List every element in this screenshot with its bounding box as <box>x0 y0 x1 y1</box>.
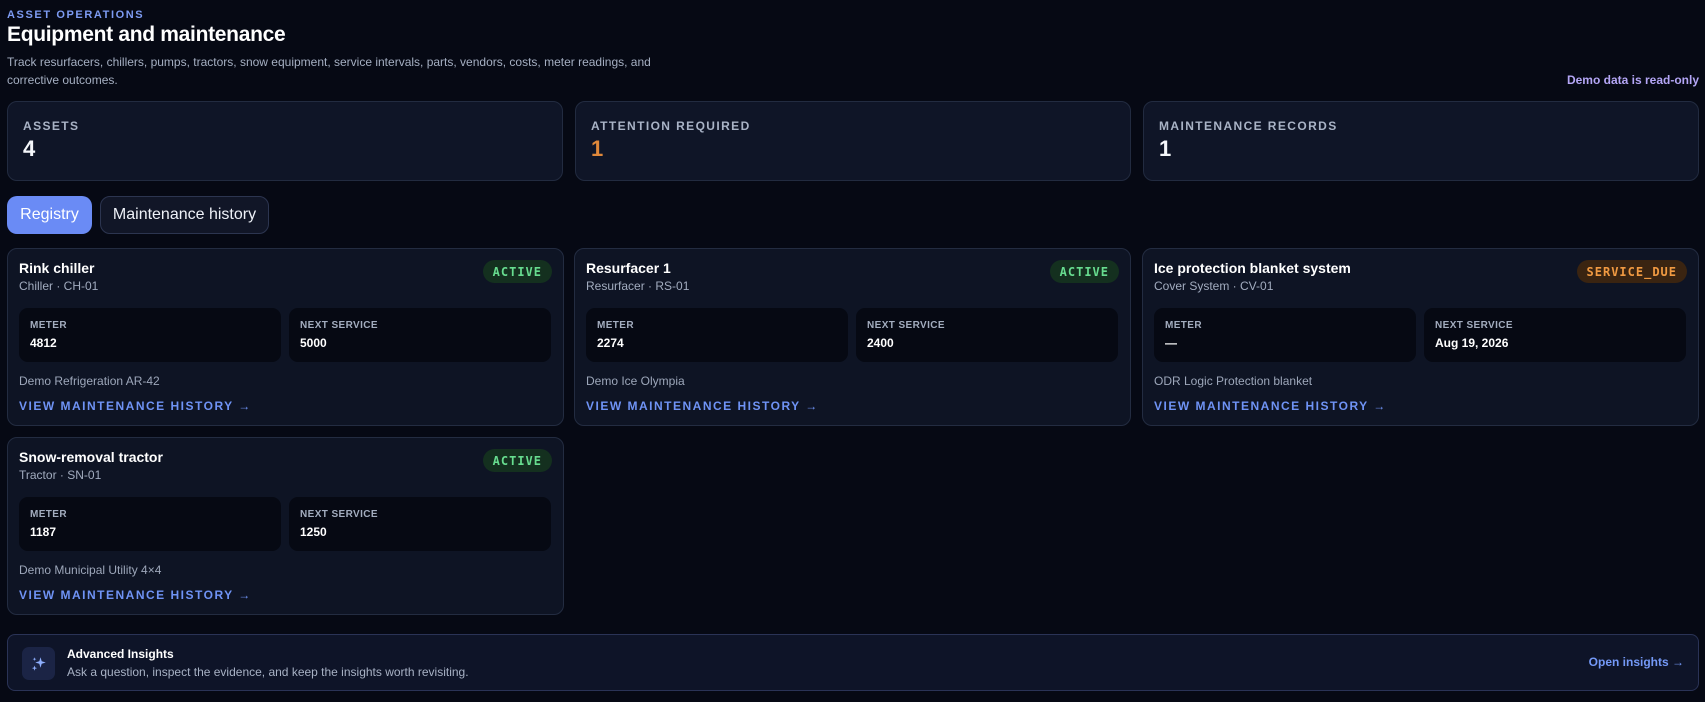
stat-assets: ASSETS 4 <box>7 101 563 181</box>
meter-box: METER 2274 <box>586 308 848 362</box>
stat-label: ASSETS <box>23 119 80 133</box>
tab-maintenance-history[interactable]: Maintenance history <box>100 196 269 234</box>
status-badge: ACTIVE <box>482 449 552 472</box>
tab-registry[interactable]: Registry <box>7 196 92 234</box>
asset-subtitle: Chiller · CH-01 <box>19 279 99 293</box>
meter-label: METER <box>1165 320 1202 331</box>
view-maintenance-history-link[interactable]: VIEW MAINTENANCE HISTORY → <box>586 399 819 413</box>
asset-subtitle: Resurfacer · RS-01 <box>586 279 690 293</box>
stat-value: 1 <box>1159 136 1172 161</box>
next-service-box: NEXT SERVICE 1250 <box>289 497 551 551</box>
sparkles-icon <box>22 647 55 680</box>
asset-name: Rink chiller <box>19 260 95 276</box>
next-service-label: NEXT SERVICE <box>300 320 378 331</box>
asset-card-ice-protection-blanket: Ice protection blanket system Cover Syst… <box>1142 248 1699 426</box>
page-title: Equipment and maintenance <box>7 23 286 46</box>
asset-subtitle: Tractor · SN-01 <box>19 468 102 482</box>
stat-value: 1 <box>591 136 604 161</box>
next-service-label: NEXT SERVICE <box>867 320 945 331</box>
advanced-insights-banner: Advanced Insights Ask a question, inspec… <box>7 634 1699 691</box>
status-badge: ACTIVE <box>482 260 552 283</box>
next-service-value: Aug 19, 2026 <box>1435 336 1509 350</box>
meter-value: — <box>1165 336 1177 350</box>
insights-title: Advanced Insights <box>67 647 174 661</box>
next-service-box: NEXT SERVICE 2400 <box>856 308 1118 362</box>
meter-label: METER <box>30 320 67 331</box>
asset-card-resurfacer-1: Resurfacer 1 Resurfacer · RS-01 ACTIVE M… <box>574 248 1131 426</box>
asset-card-rink-chiller: Rink chiller Chiller · CH-01 ACTIVE METE… <box>7 248 564 426</box>
asset-card-snow-removal-tractor: Snow-removal tractor Tractor · SN-01 ACT… <box>7 437 564 615</box>
meter-box: METER 4812 <box>19 308 281 362</box>
stat-maintenance-records: MAINTENANCE RECORDS 1 <box>1143 101 1699 181</box>
page-description: Track resurfacers, chillers, pumps, trac… <box>7 55 651 87</box>
equipment-page: ASSET OPERATIONS Equipment and maintenan… <box>7 0 1699 702</box>
insights-description: Ask a question, inspect the evidence, an… <box>67 665 469 679</box>
next-service-value: 2400 <box>867 336 894 350</box>
stat-attention-required: ATTENTION REQUIRED 1 <box>575 101 1131 181</box>
open-insights-link[interactable]: Open insights → <box>1589 655 1684 669</box>
asset-name: Snow-removal tractor <box>19 449 163 465</box>
meter-box: METER 1187 <box>19 497 281 551</box>
status-badge: SERVICE_DUE <box>1576 260 1687 283</box>
section-eyebrow: ASSET OPERATIONS <box>7 9 145 21</box>
readonly-notice: Demo data is read-only <box>1566 73 1699 87</box>
meter-box: METER — <box>1154 308 1416 362</box>
view-maintenance-history-link[interactable]: VIEW MAINTENANCE HISTORY → <box>1154 399 1387 413</box>
asset-vendor: Demo Municipal Utility 4×4 <box>19 563 162 577</box>
next-service-value: 5000 <box>300 336 327 350</box>
next-service-value: 1250 <box>300 525 327 539</box>
stat-value: 4 <box>23 136 36 161</box>
asset-vendor: Demo Ice Olympia <box>586 374 685 388</box>
view-maintenance-history-link[interactable]: VIEW MAINTENANCE HISTORY → <box>19 399 252 413</box>
stat-label: ATTENTION REQUIRED <box>591 119 751 133</box>
asset-vendor: Demo Refrigeration AR-42 <box>19 374 160 388</box>
meter-label: METER <box>30 509 67 520</box>
view-maintenance-history-link[interactable]: VIEW MAINTENANCE HISTORY → <box>19 588 252 602</box>
next-service-label: NEXT SERVICE <box>1435 320 1513 331</box>
meter-value: 4812 <box>30 336 57 350</box>
next-service-box: NEXT SERVICE Aug 19, 2026 <box>1424 308 1686 362</box>
asset-metrics: METER — NEXT SERVICE Aug 19, 2026 <box>1154 308 1687 362</box>
next-service-box: NEXT SERVICE 5000 <box>289 308 551 362</box>
meter-value: 2274 <box>597 336 624 350</box>
meter-label: METER <box>597 320 634 331</box>
asset-metrics: METER 2274 NEXT SERVICE 2400 <box>586 308 1119 362</box>
asset-name: Resurfacer 1 <box>586 260 671 276</box>
next-service-label: NEXT SERVICE <box>300 509 378 520</box>
asset-metrics: METER 1187 NEXT SERVICE 1250 <box>19 497 552 551</box>
status-badge: ACTIVE <box>1049 260 1119 283</box>
asset-vendor: ODR Logic Protection blanket <box>1154 374 1313 388</box>
stats-row: ASSETS 4 ATTENTION REQUIRED 1 MAINTENANC… <box>7 101 1699 181</box>
meter-value: 1187 <box>30 525 57 539</box>
stat-label: MAINTENANCE RECORDS <box>1159 119 1338 133</box>
asset-metrics: METER 4812 NEXT SERVICE 5000 <box>19 308 552 362</box>
